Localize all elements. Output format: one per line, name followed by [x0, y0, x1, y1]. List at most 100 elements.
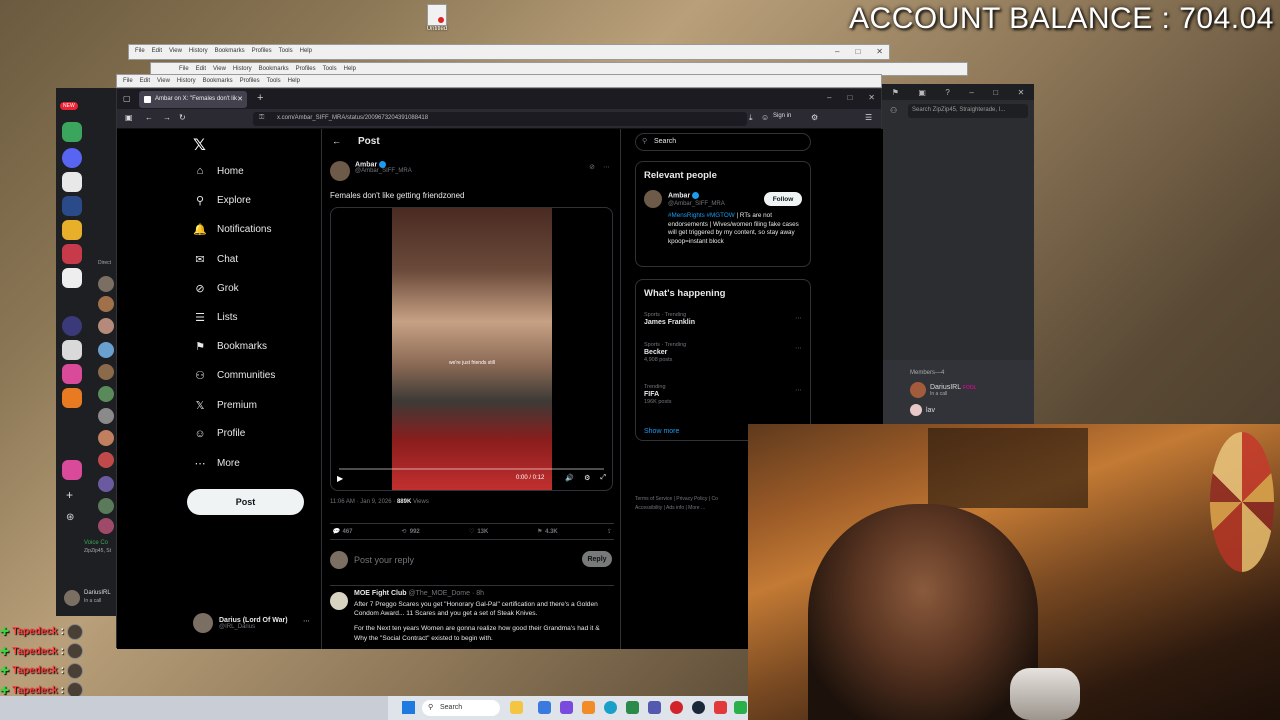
back-icon[interactable]: ← [145, 113, 153, 122]
add-server-icon[interactable]: + [66, 488, 73, 502]
share-icon[interactable]: ⇪ [607, 528, 612, 535]
post-author[interactable]: Ambar @Ambar_SIFF_MRA [330, 161, 412, 181]
play-icon[interactable]: ▶ [337, 474, 343, 483]
help-icon[interactable]: ? [945, 88, 949, 97]
menu-profiles[interactable]: Profiles [296, 66, 316, 72]
new-tab-icon[interactable]: + [257, 92, 263, 104]
menu-file[interactable]: File [135, 48, 145, 54]
dm-avatar[interactable] [98, 408, 114, 424]
menu-file[interactable]: File [123, 78, 133, 84]
dm-avatar[interactable] [98, 276, 114, 292]
app-icon[interactable] [734, 701, 747, 714]
more-icon[interactable]: ⋯ [795, 386, 802, 394]
edge-icon[interactable] [604, 701, 617, 714]
explore-servers-icon[interactable]: ⊛ [66, 512, 74, 523]
members-toggle-icon[interactable]: ⚇ [890, 106, 897, 115]
menu-help[interactable]: Help [344, 66, 356, 72]
nav-item-premium[interactable]: 𝕏 Premium [193, 399, 257, 412]
server-icon[interactable] [62, 460, 82, 480]
trend-item[interactable]: Sports · Trending Becker 4,908 posts [644, 342, 686, 363]
volume-icon[interactable]: 🔊 [565, 474, 574, 482]
avatar[interactable] [330, 161, 350, 181]
video-player[interactable]: we're just friends still ▶ 0:00 / 0:12 🔊… [330, 207, 613, 491]
menu-bookmarks[interactable]: Bookmarks [203, 78, 233, 84]
download-icon[interactable]: ⤓ [749, 113, 753, 123]
server-icon[interactable] [62, 340, 82, 360]
background-window-1[interactable]: File Edit View History Bookmarks Profile… [128, 44, 890, 60]
maximize-icon[interactable]: □ [855, 47, 860, 56]
desktop-file-icon[interactable]: Untitled [424, 4, 450, 32]
x-logo-icon[interactable]: 𝕏 [193, 135, 206, 155]
bookmark-action[interactable]: ⚑ 4.3K [538, 528, 558, 536]
menu-view[interactable]: View [157, 78, 170, 84]
nav-item-bookmarks[interactable]: ⚑ Bookmarks [193, 340, 267, 353]
menu-bookmarks[interactable]: Bookmarks [259, 66, 289, 72]
more-icon[interactable]: ⋯ [303, 617, 310, 625]
dm-avatar[interactable] [98, 296, 114, 312]
files-icon[interactable] [538, 701, 551, 714]
inbox-icon[interactable]: ▣ [918, 88, 926, 97]
dm-avatar[interactable] [98, 476, 114, 492]
sign-in-button[interactable]: Sign in [773, 113, 791, 119]
server-icon[interactable] [62, 172, 82, 192]
menu-history[interactable]: History [189, 48, 208, 54]
menu-edit[interactable]: Edit [196, 66, 206, 72]
grok-icon[interactable]: ⊘ [589, 163, 595, 171]
menu-bookmarks[interactable]: Bookmarks [215, 48, 245, 54]
server-icon[interactable] [62, 122, 82, 142]
app-icon[interactable] [582, 701, 595, 714]
post-timestamp[interactable]: 11:06 AM · Jan 9, 2026 · [330, 499, 397, 505]
member-item[interactable]: DariusIRL FOOL In a call [910, 382, 976, 398]
nav-item-lists[interactable]: ☰ Lists [193, 311, 238, 324]
steam-icon[interactable] [692, 701, 705, 714]
dm-avatar[interactable] [98, 364, 114, 380]
bio-hashtags[interactable]: #MensRights #MGTOW [668, 212, 735, 219]
settings-icon[interactable]: ⚙ [584, 474, 590, 482]
footer-links[interactable]: Terms of Service | Privacy Policy | Co A… [635, 495, 745, 512]
close-icon[interactable]: ✕ [868, 93, 875, 102]
nav-item-communities[interactable]: ⚇ Communities [193, 369, 275, 382]
more-icon[interactable]: ⋯ [603, 163, 610, 171]
background-window-3[interactable]: File Edit View History Bookmarks Profile… [116, 74, 882, 88]
teams-icon[interactable] [648, 701, 661, 714]
menu-tools[interactable]: Tools [323, 66, 337, 72]
menu-history[interactable]: History [177, 78, 196, 84]
extensions-icon[interactable]: ⚙ [811, 113, 818, 122]
dm-avatar[interactable] [98, 498, 114, 514]
nav-item-grok[interactable]: ⊘ Grok [193, 282, 238, 295]
tab-active[interactable]: Ambar on X: "Females don't lik ✕ [139, 91, 247, 108]
member-item[interactable]: lav [910, 404, 935, 416]
menu-history[interactable]: History [233, 66, 252, 72]
repost-action[interactable]: ⟲ 992 [402, 528, 420, 536]
server-icon[interactable] [62, 268, 82, 288]
app-icon[interactable] [560, 701, 573, 714]
server-icon[interactable] [62, 244, 82, 264]
like-action[interactable]: ♡ 13K [469, 528, 488, 536]
close-icon[interactable]: ✕ [876, 47, 883, 56]
search-input[interactable]: ⚲ Search [635, 133, 811, 151]
flag-icon[interactable]: ⚑ [892, 88, 899, 97]
dm-avatar[interactable] [98, 386, 114, 402]
account-switcher[interactable]: Darius (Lord Of War) @IRL_Darius ⋯ [193, 613, 310, 633]
opera-icon[interactable] [670, 701, 683, 714]
server-icon[interactable] [62, 364, 82, 384]
close-tab-icon[interactable]: ✕ [237, 95, 243, 103]
menu-tools[interactable]: Tools [279, 48, 293, 54]
server-icon[interactable] [62, 388, 82, 408]
server-icon[interactable] [62, 220, 82, 240]
account-icon[interactable]: ☺ [761, 113, 769, 122]
avatar[interactable] [330, 592, 348, 610]
menu-profiles[interactable]: Profiles [240, 78, 260, 84]
server-icon[interactable] [62, 148, 82, 168]
reply-action[interactable]: 💬 467 [332, 528, 353, 536]
menu-icon[interactable]: ☰ [865, 113, 872, 122]
dm-avatar[interactable] [98, 342, 114, 358]
taskview-icon[interactable] [510, 701, 523, 714]
more-icon[interactable]: ⋯ [795, 314, 802, 322]
person-name[interactable]: Ambar [668, 192, 690, 199]
dm-avatar[interactable] [98, 518, 114, 534]
menu-file[interactable]: File [179, 66, 189, 72]
reply-tweet[interactable]: MOE Fight Club @The_MOE_Dome · 8h After … [330, 585, 614, 643]
windows-start-icon[interactable] [402, 701, 415, 714]
discord-search-input[interactable]: Search ZipZip45, Straighterade, I... [908, 104, 1028, 118]
